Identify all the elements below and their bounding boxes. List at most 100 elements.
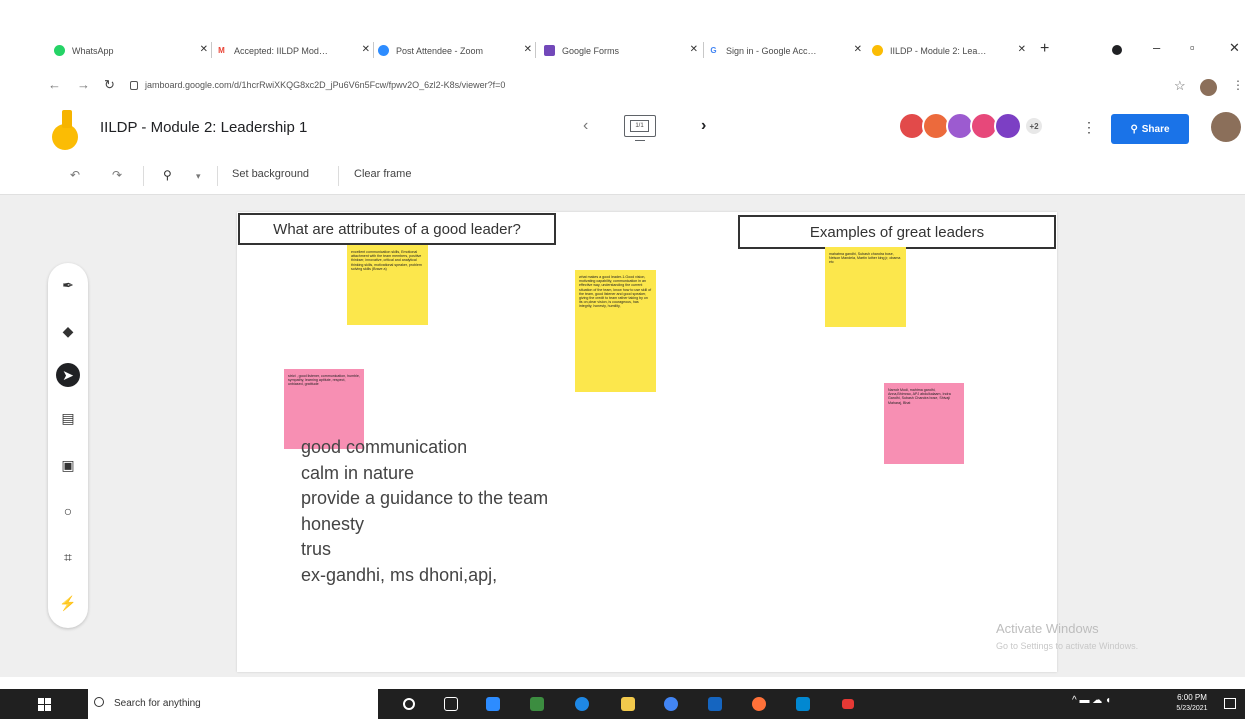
collaborator-avatars[interactable]: +2 — [898, 112, 1044, 142]
cortana-icon[interactable] — [403, 698, 415, 710]
board-text-line: provide a guidance to the team — [301, 488, 549, 508]
zoom-app-icon[interactable] — [486, 697, 500, 711]
jamboard-logo-icon[interactable] — [52, 110, 78, 150]
board-text-line: ex-gandhi, ms dhoni,apj, — [301, 564, 498, 585]
google-icon: G — [710, 46, 717, 55]
sticky-note[interactable]: Narndr Modi, mahtma gandhi, Anna,Bhimrao… — [884, 383, 964, 464]
gmail-icon: M — [218, 46, 225, 55]
zoom-icon[interactable]: ⚲ — [163, 168, 172, 182]
attributes-header-text: What are attributes of a good leader? — [273, 220, 521, 238]
close-icon[interactable]: ✕ — [200, 44, 208, 55]
app-icon[interactable] — [842, 699, 854, 709]
sticky-note-icon[interactable]: ▤ — [56, 406, 80, 430]
reload-icon[interactable]: ↻ — [104, 77, 115, 93]
tab-label: Accepted: IILDP Mod… — [234, 46, 328, 56]
back-arrow-icon[interactable]: ← — [48, 77, 61, 92]
frame-bar-button[interactable]: 1/1 — [624, 115, 656, 141]
document-title[interactable]: IILDP - Module 2: Leadership 1 — [100, 119, 307, 136]
image-icon[interactable]: ▣ — [56, 453, 80, 477]
kebab-menu-icon[interactable]: ⋮ — [1232, 78, 1244, 92]
lock-icon[interactable] — [130, 81, 138, 90]
share-button[interactable]: ⚲ Share — [1111, 114, 1189, 144]
search-placeholder: Search for anything — [114, 698, 201, 709]
jam-board-frame[interactable]: What are attributes of a good leader? Ex… — [237, 212, 1057, 672]
clock-time[interactable]: 6:00 PM — [1172, 693, 1212, 702]
clock-date[interactable]: 5/23/2021 — [1172, 705, 1212, 712]
tab-label: Post Attendee - Zoom — [396, 46, 484, 56]
close-icon[interactable]: ✕ — [524, 44, 532, 55]
firefox-icon[interactable] — [752, 697, 766, 711]
next-frame-button[interactable]: › — [701, 117, 706, 135]
frame-indicator: 1/1 — [630, 120, 649, 132]
clear-frame-button[interactable]: Clear frame — [354, 168, 411, 180]
tab-jamboard[interactable]: IILDP - Module 2: Lea… ✕ — [870, 36, 1030, 66]
board-text-line: calm in nature — [301, 462, 415, 483]
jamboard-icon — [872, 45, 883, 56]
system-tray-icons[interactable]: ^ ▬ ☁ ◖ — [1072, 695, 1111, 706]
media-player-icon[interactable] — [708, 697, 722, 711]
screen: WhatsApp ✕ M Accepted: IILDP Mod… ✕ Post… — [0, 0, 1245, 719]
examples-header-text: Examples of great leaders — [809, 223, 985, 241]
sticky-note[interactable]: excellent communication skills, Emotiona… — [347, 245, 428, 325]
file-explorer-icon[interactable] — [621, 697, 635, 711]
select-icon[interactable]: ➤ — [56, 363, 80, 387]
redo-icon[interactable]: ↷ — [112, 168, 122, 182]
photos-icon[interactable] — [530, 697, 544, 711]
set-background-button[interactable]: Set background — [232, 168, 309, 180]
activation-watermark-title: Activate Windows — [996, 621, 1099, 636]
search-icon — [94, 697, 104, 707]
tab-gmail[interactable]: M Accepted: IILDP Mod… ✕ — [214, 36, 374, 66]
circle-icon[interactable]: ○ — [56, 499, 80, 523]
tab-zoom[interactable]: Post Attendee - Zoom ✕ — [376, 36, 536, 66]
eraser-icon[interactable]: ◆ — [56, 319, 80, 343]
attributes-header-box[interactable]: What are attributes of a good leader? — [238, 213, 556, 245]
jam-toolbar: ↶ ↷ ⚲ ▾ Set background Clear frame — [0, 157, 1245, 195]
tab-whatsapp[interactable]: WhatsApp ✕ — [52, 36, 212, 66]
text-box-icon[interactable]: ⌗ — [56, 545, 80, 569]
close-icon[interactable]: ✕ — [362, 44, 370, 55]
address-bar-row: ← → ↻ jamboard.google.com/d/1hcrRwiXKQG8… — [0, 72, 1245, 102]
pen-icon[interactable]: ✒ — [56, 273, 80, 297]
profile-icon[interactable] — [1112, 45, 1122, 55]
zoom-dropdown-icon[interactable]: ▾ — [196, 171, 201, 182]
previous-frame-button[interactable]: ‹ — [583, 117, 588, 135]
bookmark-star-icon[interactable]: ☆ — [1174, 78, 1186, 94]
sticky-note-text: excellent communication skills, Emotiona… — [351, 250, 422, 271]
url-field[interactable]: jamboard.google.com/d/1hcrRwiXKQG8xc2D_j… — [145, 80, 505, 90]
board-text-line: trus — [301, 539, 332, 559]
minimize-button[interactable]: – — [1153, 40, 1160, 55]
undo-icon[interactable]: ↶ — [70, 168, 80, 182]
notification-icon[interactable] — [1224, 698, 1236, 709]
close-icon[interactable]: ✕ — [1018, 44, 1026, 55]
windows-start-icon[interactable] — [38, 698, 51, 711]
more-options-icon[interactable]: ⋮ — [1082, 119, 1096, 136]
whatsapp-icon — [54, 45, 65, 56]
collaborator-avatar — [994, 112, 1022, 140]
more-collaborators-badge[interactable]: +2 — [1024, 116, 1044, 136]
edge-icon[interactable] — [575, 697, 589, 711]
close-window-button[interactable]: ✕ — [1229, 40, 1240, 56]
chrome-icon[interactable] — [664, 697, 678, 711]
sticky-note-text: mahatma gandhi, Subash chandra bose, Nel… — [829, 252, 901, 265]
board-text-line: good communication — [301, 437, 468, 457]
sticky-note[interactable]: mahatma gandhi, Subash chandra bose, Nel… — [825, 247, 906, 327]
sticky-note[interactable]: what makes a good leader-1.Good vision, … — [575, 270, 656, 392]
tab-label: Sign in - Google Acc… — [726, 46, 817, 56]
new-tab-button[interactable]: + — [1040, 40, 1049, 58]
forward-arrow-icon[interactable]: → — [77, 77, 90, 92]
laser-icon[interactable]: ⚡ — [56, 591, 80, 615]
maximize-button[interactable]: ▫ — [1190, 40, 1195, 55]
store-icon[interactable] — [796, 697, 810, 711]
close-icon[interactable]: ✕ — [854, 44, 862, 55]
tab-google-forms[interactable]: Google Forms ✕ — [542, 36, 702, 66]
activation-watermark-subtitle: Go to Settings to activate Windows. — [996, 641, 1139, 651]
taskbar-search[interactable]: Search for anything — [88, 689, 378, 719]
tab-google-signin[interactable]: G Sign in - Google Acc… ✕ — [706, 36, 866, 66]
task-view-icon[interactable] — [444, 697, 458, 711]
avatar[interactable] — [1211, 112, 1241, 142]
examples-header-box[interactable]: Examples of great leaders — [738, 215, 1056, 249]
close-icon[interactable]: ✕ — [690, 44, 698, 55]
board-text-box[interactable]: good communication calm in nature provid… — [301, 435, 548, 588]
tab-label: WhatsApp — [72, 46, 114, 56]
avatar[interactable] — [1200, 79, 1217, 96]
